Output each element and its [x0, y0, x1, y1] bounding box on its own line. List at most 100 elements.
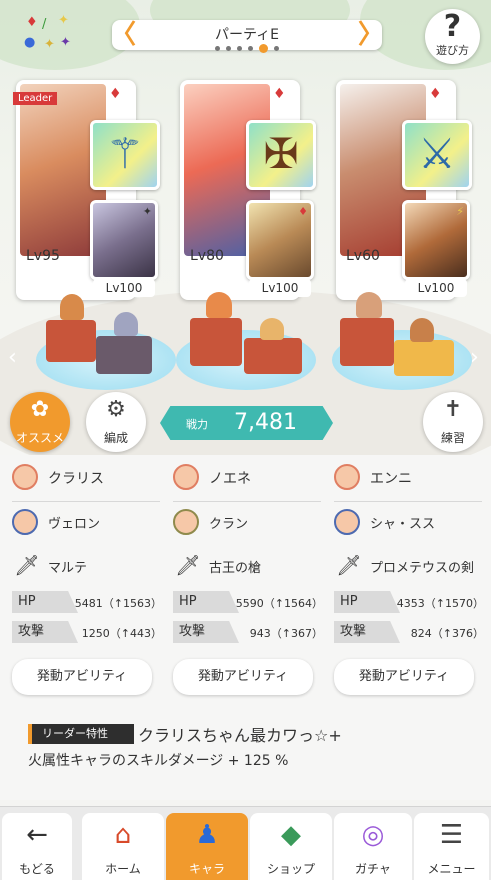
weapon-row[interactable]: 🗡 古王の槍 [173, 553, 321, 583]
scroll-right-icon[interactable]: › [470, 345, 479, 370]
sub-character-level: Lv100 [405, 279, 467, 297]
avatar [12, 464, 38, 490]
party-page-dots [112, 44, 382, 53]
attack-stat: 攻撃 824（↑376） [334, 621, 484, 643]
dark-element-icon: ✦ [60, 35, 71, 50]
weapon-icon: 🗡 [14, 553, 40, 577]
character-level: Lv80 [190, 248, 224, 264]
avatar [12, 509, 38, 535]
nav-back[interactable]: ← もどる [2, 813, 72, 880]
party-detail-panel: クラリス ヴェロン 🗡 マルテ HP 5481（↑1563） 攻撃 1250（↑… [0, 455, 491, 800]
weapon-slot[interactable]: ⚚ [90, 120, 160, 190]
divider [334, 501, 482, 502]
character-level: Lv95 [26, 248, 60, 264]
nav-menu[interactable]: ☰ メニュー [414, 813, 489, 880]
nav-home[interactable]: ⌂ ホーム [82, 813, 164, 880]
weapon-icon: 🗡 [175, 553, 201, 577]
pedestal [46, 320, 96, 362]
party-slot-2[interactable]: ♦ Lv80 ✠ ♦ Lv100 [180, 80, 316, 300]
leader-skill-tag: リーダー特性 [28, 724, 134, 744]
scroll-left-icon[interactable]: ‹ [8, 345, 17, 370]
sub-character-name: クラン [209, 517, 249, 532]
help-button[interactable]: ? 遊び方 [425, 9, 480, 64]
recommend-icon: ✿ [30, 397, 50, 422]
sub-character-row[interactable]: ヴェロン [12, 509, 160, 539]
leader-badge: Leader [13, 92, 58, 105]
hp-stat: HP 4353（↑1570） [334, 591, 484, 613]
divider [12, 501, 160, 502]
nav-back-label: もどる [19, 862, 55, 876]
sub-character-slot[interactable]: ⚡ Lv100 [402, 200, 470, 297]
avatar [334, 509, 360, 535]
attack-label: 攻撃 [12, 621, 78, 643]
formation-button[interactable]: ⚙ 編成 [86, 392, 146, 452]
avatar [173, 509, 199, 535]
nav-gacha-label: ガチャ [355, 862, 391, 876]
chibi-character [356, 292, 382, 318]
menu-icon: ☰ [439, 820, 464, 850]
sub-character-slot[interactable]: ♦ Lv100 [246, 200, 314, 297]
bottom-navigation: ← もどる ⌂ ホーム ♟ キャラ ◆ ショップ ◎ ガチャ ☰ メニュー [0, 806, 491, 880]
recommend-button[interactable]: ✿ オススメ [10, 392, 70, 452]
pedestal [244, 338, 302, 374]
pedestal [190, 318, 242, 366]
chibi-character [60, 294, 84, 320]
pedestal [96, 336, 152, 374]
weapon-name: 古王の槍 [209, 561, 262, 576]
sub-character-row[interactable]: シャ・スス [334, 509, 482, 539]
fire-element-icon: ♦ [26, 15, 38, 30]
party-power: 戦力 7,481 [160, 406, 333, 440]
weapon-slot[interactable]: ⚔ [402, 120, 472, 190]
hp-value: 4353（↑1570） [396, 597, 484, 610]
sub-character-name: シャ・スス [370, 517, 436, 532]
sub-character-slot[interactable]: ✦ Lv100 [90, 200, 158, 297]
back-arrow-icon: ← [26, 820, 48, 850]
party-slot-3[interactable]: ♦ Lv60 ⚔ ⚡ Lv100 [336, 80, 472, 300]
recommend-label: オススメ [15, 431, 64, 445]
main-character-row[interactable]: クラリス [12, 464, 160, 494]
ability-button[interactable]: 発動アビリティ [334, 659, 474, 695]
help-label: 遊び方 [436, 44, 469, 57]
earth-element-icon: ✦ [44, 37, 55, 52]
main-character-row[interactable]: エンニ [334, 464, 482, 494]
ability-button[interactable]: 発動アビリティ [173, 659, 313, 695]
nav-gacha[interactable]: ◎ ガチャ [334, 813, 412, 880]
next-party-arrow-icon[interactable]: 〉 [358, 22, 384, 48]
practice-label: 練習 [440, 431, 465, 445]
party-slot-1[interactable]: Leader ♦ Lv95 ⚚ ✦ Lv100 [13, 80, 160, 300]
home-icon: ⌂ [114, 820, 132, 850]
sword-icon: ⚔ [418, 129, 456, 178]
hp-label: HP [334, 591, 400, 613]
sub-character-level: Lv100 [93, 279, 155, 297]
weapon-icon: 🗡 [336, 553, 362, 577]
nav-shop-label: ショップ [266, 862, 315, 876]
formation-gear-icon: ⚙ [106, 397, 126, 422]
ability-button[interactable]: 発動アビリティ [12, 659, 152, 695]
avatar [173, 464, 199, 490]
nav-character[interactable]: ♟ キャラ [166, 813, 248, 880]
light-element-icon: ✦ [58, 13, 69, 28]
hp-stat: HP 5590（↑1564） [173, 591, 323, 613]
leader-skill-name: クラリスちゃん最カワっ☆+ [138, 726, 342, 745]
formation-label: 編成 [103, 431, 128, 445]
hp-value: 5590（↑1564） [235, 597, 323, 610]
chibi-character [206, 292, 232, 318]
sub-character-name: ヴェロン [48, 517, 101, 532]
main-character-name: エンニ [370, 471, 412, 487]
practice-button[interactable]: ✝ 練習 [423, 392, 483, 452]
weapon-row[interactable]: 🗡 プロメテウスの剣 [334, 553, 482, 583]
weapon-name: マルテ [48, 561, 88, 576]
divider [173, 501, 321, 502]
nav-shop[interactable]: ◆ ショップ [250, 813, 332, 880]
weapon-row[interactable]: 🗡 マルテ [12, 553, 160, 583]
shop-icon: ◆ [281, 820, 301, 850]
diamond-icon: ♦ [109, 86, 122, 102]
nav-character-label: キャラ [188, 862, 225, 876]
pedestal [340, 318, 394, 366]
sub-character-row[interactable]: クラン [173, 509, 321, 539]
weapon-slot[interactable]: ✠ [246, 120, 316, 190]
main-character-row[interactable]: ノエネ [173, 464, 321, 494]
element-filter-button[interactable]: ♦ / ✦ ● ✦ ✦ [18, 14, 82, 60]
power-value: 7,481 [234, 410, 297, 435]
question-icon: ? [443, 9, 462, 44]
